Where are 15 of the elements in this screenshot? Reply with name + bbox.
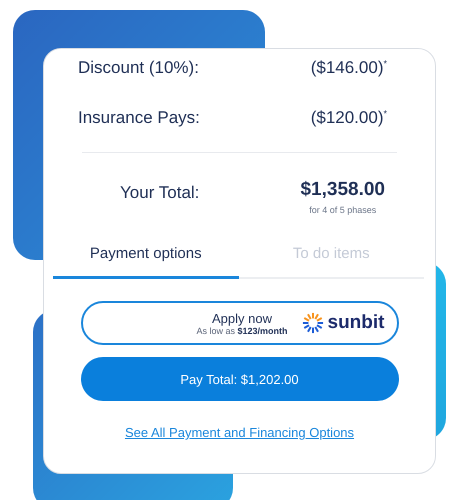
total-label: Your Total: [120,183,200,204]
pay-button[interactable]: Pay Total: $1,202.00 [80,357,398,401]
apply-button[interactable]: Apply now As low as $123/month sunbit [80,301,398,345]
summary-label: Discount (10%): [78,58,199,78]
summary-label: Insurance Pays: [78,108,200,128]
total-note: for 4 of 5 phases [309,205,376,215]
total-value: $1,358.00 [300,179,385,201]
summary-value: ($120.00)$^{*}$ [310,108,387,128]
sunburst-icon [302,312,324,334]
apply-subtitle: As low as $123/month [196,326,288,336]
apply-title: Apply now [212,310,272,326]
financing-link[interactable]: See All Payment and Financing Options [124,425,354,440]
summary-value: ($146.00)$^{*}$ [310,58,387,78]
tab[interactable]: Payment options [53,245,238,279]
brand-logo: sunbit [328,312,384,334]
